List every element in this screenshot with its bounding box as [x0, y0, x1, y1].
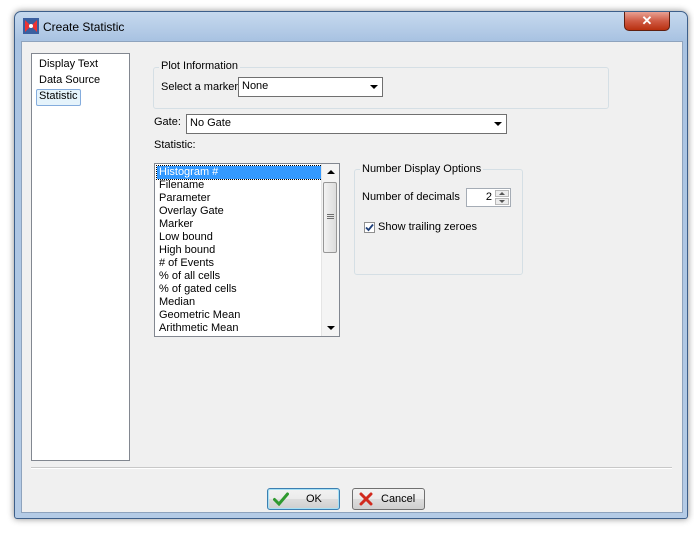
dialog-window: Create Statistic ✕ Display Text Data Sou…	[14, 11, 688, 519]
gate-select[interactable]: No Gate	[186, 114, 507, 134]
decimals-spinner[interactable]: 2	[466, 188, 511, 207]
scroll-down-button[interactable]	[322, 320, 339, 336]
decimals-label: Number of decimals	[362, 191, 460, 203]
list-item[interactable]: Parameter	[157, 192, 322, 205]
list-item[interactable]: Geometric Mean	[157, 309, 322, 322]
app-icon	[23, 18, 39, 34]
arrow-down-icon	[326, 326, 335, 330]
spin-up-button[interactable]	[495, 190, 509, 197]
checkmark-icon	[365, 223, 374, 232]
statistic-listbox[interactable]: Histogram # Filename Parameter Overlay G…	[154, 163, 340, 337]
nav-item-display-text[interactable]: Display Text	[37, 57, 100, 72]
ok-button-label: OK	[306, 493, 322, 505]
marker-select[interactable]: None	[238, 77, 383, 97]
window-title: Create Statistic	[43, 20, 125, 34]
list-item[interactable]: Marker	[157, 218, 322, 231]
page-nav-list[interactable]: Display Text Data Source Statistic	[31, 53, 130, 461]
list-item[interactable]: Median	[157, 296, 322, 309]
gate-select-value: No Gate	[190, 117, 231, 129]
ok-button[interactable]: OK	[267, 488, 340, 510]
list-item[interactable]: # of Events	[157, 257, 322, 270]
marker-select-value: None	[242, 80, 269, 92]
list-item[interactable]: % of gated cells	[157, 283, 322, 296]
arrow-down-icon	[499, 200, 505, 203]
close-icon: ✕	[641, 13, 653, 28]
list-item[interactable]: Filename	[157, 179, 322, 192]
x-icon	[359, 492, 373, 506]
plot-information-label: Plot Information	[159, 60, 241, 72]
list-item[interactable]: Arithmetic Mean	[157, 322, 322, 335]
trailing-zeroes-label: Show trailing zeroes	[378, 221, 478, 233]
number-display-label: Number Display Options	[360, 163, 484, 175]
check-icon	[273, 492, 289, 506]
marker-label: Select a marker	[161, 81, 239, 93]
list-item[interactable]: High bound	[157, 244, 322, 257]
chevron-down-icon	[490, 116, 505, 132]
list-item[interactable]: Low bound	[157, 231, 322, 244]
list-item[interactable]: Overlay Gate	[157, 205, 322, 218]
list-item[interactable]: % of all cells	[157, 270, 322, 283]
nav-item-data-source[interactable]: Data Source	[37, 73, 102, 88]
cancel-button-label: Cancel	[381, 493, 416, 505]
statistic-label: Statistic:	[154, 139, 196, 151]
list-item[interactable]: Histogram #	[156, 165, 323, 180]
gate-label: Gate:	[154, 116, 181, 128]
scroll-up-button[interactable]	[322, 164, 339, 180]
chevron-down-icon	[366, 79, 381, 95]
spin-down-button[interactable]	[495, 198, 509, 205]
close-button[interactable]: ✕	[624, 12, 670, 31]
nav-item-statistic[interactable]: Statistic	[36, 89, 81, 106]
decimals-value: 2	[485, 191, 492, 203]
dialog-client-area: Display Text Data Source Statistic Plot …	[21, 41, 683, 513]
trailing-zeroes-checkbox[interactable]	[364, 222, 375, 233]
cancel-button[interactable]: Cancel	[352, 488, 425, 510]
separator	[31, 467, 672, 469]
scrollbar-thumb[interactable]	[323, 182, 337, 253]
arrow-up-icon	[326, 170, 335, 174]
arrow-up-icon	[499, 192, 505, 195]
title-bar[interactable]: Create Statistic ✕	[15, 12, 687, 38]
statistic-scrollbar[interactable]	[321, 164, 339, 336]
